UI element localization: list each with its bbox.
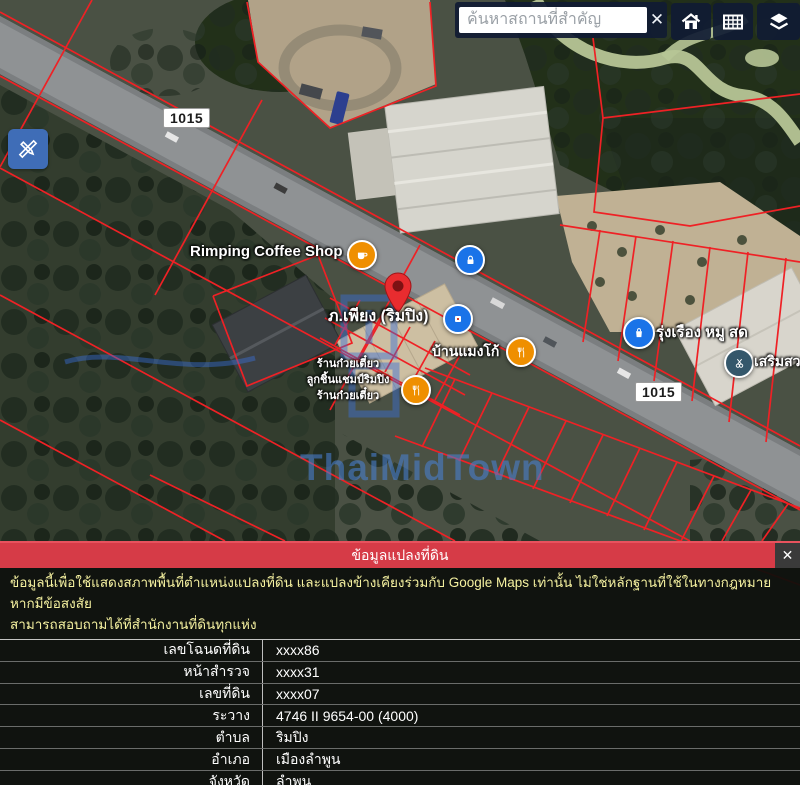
layers-icon (767, 10, 791, 34)
poi-label-noodle-shop[interactable]: ร้านก๋วยเตี๋ยว ลูกชิ้นแชมป์ริมปิง ร้านก๋… (292, 357, 404, 405)
grid-icon (721, 10, 745, 34)
row-value: xxxx31 (262, 662, 800, 683)
row-value: xxxx86 (262, 640, 800, 661)
row-label: หน้าสำรวจ (0, 661, 262, 683)
shopping-bag-icon (632, 326, 646, 340)
shopping-poi-pin[interactable] (623, 317, 655, 349)
table-row: หน้าสำรวจ xxxx31 (0, 662, 800, 684)
parcel-table: เลขโฉนดที่ดิน xxxx86 หน้าสำรวจ xxxx31 เล… (0, 639, 800, 785)
coffee-poi-pin[interactable] (347, 240, 377, 270)
panel-title: ข้อมูลแปลงที่ดิน (351, 545, 448, 567)
table-row: ตำบล ริมปิง (0, 727, 800, 749)
table-row: เลขโฉนดที่ดิน xxxx86 (0, 640, 800, 662)
row-value: ลำพูน (262, 771, 800, 785)
disclaimer-line-1: ข้อมูลนี้เพื่อใช้แสดงสภาพพื้นที่ตำแหน่งแ… (10, 575, 771, 611)
panel-body: ข้อมูลนี้เพื่อใช้แสดงสภาพพื้นที่ตำแหน่งแ… (0, 568, 800, 785)
home-button[interactable] (671, 3, 711, 40)
row-label: อำเภอ (0, 749, 262, 771)
place-poi-pin[interactable] (443, 304, 473, 334)
table-row: ระวาง 4746 II 9654-00 (4000) (0, 705, 800, 727)
restaurant-icon (410, 384, 423, 397)
row-label: จังหวัด (0, 771, 262, 785)
noodle-restaurant-poi-pin[interactable] (401, 375, 431, 405)
panel-close-button[interactable]: ✕ (775, 543, 800, 568)
home-icon (679, 10, 703, 34)
search-input[interactable] (459, 7, 647, 33)
search-bar: ✕ (455, 2, 667, 38)
map-app-screen: ThaiMidTown 1015 1015 (0, 0, 800, 785)
table-row: เลขที่ดิน xxxx07 (0, 684, 800, 706)
search-clear-icon[interactable]: ✕ (647, 10, 667, 30)
row-value: เมืองลำพูน (262, 749, 800, 770)
row-label: ตำบล (0, 727, 262, 749)
row-label: เลขที่ดิน (0, 683, 262, 705)
row-value: ริมปิง (262, 727, 800, 748)
restaurant-icon (515, 346, 528, 359)
layers-button[interactable] (757, 3, 800, 40)
ruler-pencil-icon (15, 136, 41, 162)
poi-label-rimping-coffee[interactable]: Rimping Coffee Shop (190, 243, 343, 260)
poi-label-line: ร้านก๋วยเตี๋ยว (292, 357, 404, 373)
measure-tool-button[interactable] (8, 129, 48, 169)
grid-button[interactable] (713, 3, 753, 40)
road-shield-1015-a: 1015 (163, 108, 210, 128)
mango-restaurant-poi-pin[interactable] (506, 337, 536, 367)
watermark-text: ThaiMidTown (300, 447, 545, 489)
lock-icon (464, 254, 477, 267)
beauty-icon (733, 357, 746, 370)
table-row: อำเภอ เมืองลำพูน (0, 749, 800, 771)
disclaimer-text: ข้อมูลนี้เพื่อใช้แสดงสภาพพื้นที่ตำแหน่งแ… (0, 568, 800, 639)
poi-label-mango[interactable]: บ้านแมงโก้ (432, 341, 499, 363)
row-label: เลขโฉนดที่ดิน (0, 639, 262, 661)
row-value: xxxx07 (262, 684, 800, 705)
road-shield-1015-b: 1015 (635, 382, 682, 402)
poi-label-beauty[interactable]: เสริมสวย (754, 351, 800, 373)
poi-label-place[interactable]: ภ.เพียง (ริมปิง) (328, 304, 428, 329)
row-label: ระวาง (0, 705, 262, 727)
place-icon (452, 313, 464, 325)
poi-label-line: ร้านก๋วยเตี๋ยว (292, 389, 404, 405)
disclaimer-line-2: สามารถสอบถามได้ที่สำนักงานที่ดินทุกแห่ง (10, 617, 257, 632)
security-poi-pin[interactable] (455, 245, 485, 275)
panel-header: ข้อมูลแปลงที่ดิน ✕ (0, 541, 800, 568)
poi-label-rungrueang[interactable]: รุ่งเรือง หมู สด (656, 320, 748, 344)
beauty-poi-pin[interactable] (724, 348, 754, 378)
row-value: 4746 II 9654-00 (4000) (262, 705, 800, 726)
poi-label-line: ลูกชิ้นแชมป์ริมปิง (292, 373, 404, 389)
coffee-icon (355, 248, 369, 262)
table-row: จังหวัด ลำพูน (0, 771, 800, 785)
parcel-info-panel: ข้อมูลแปลงที่ดิน ✕ ข้อมูลนี้เพื่อใช้แสดง… (0, 541, 800, 785)
